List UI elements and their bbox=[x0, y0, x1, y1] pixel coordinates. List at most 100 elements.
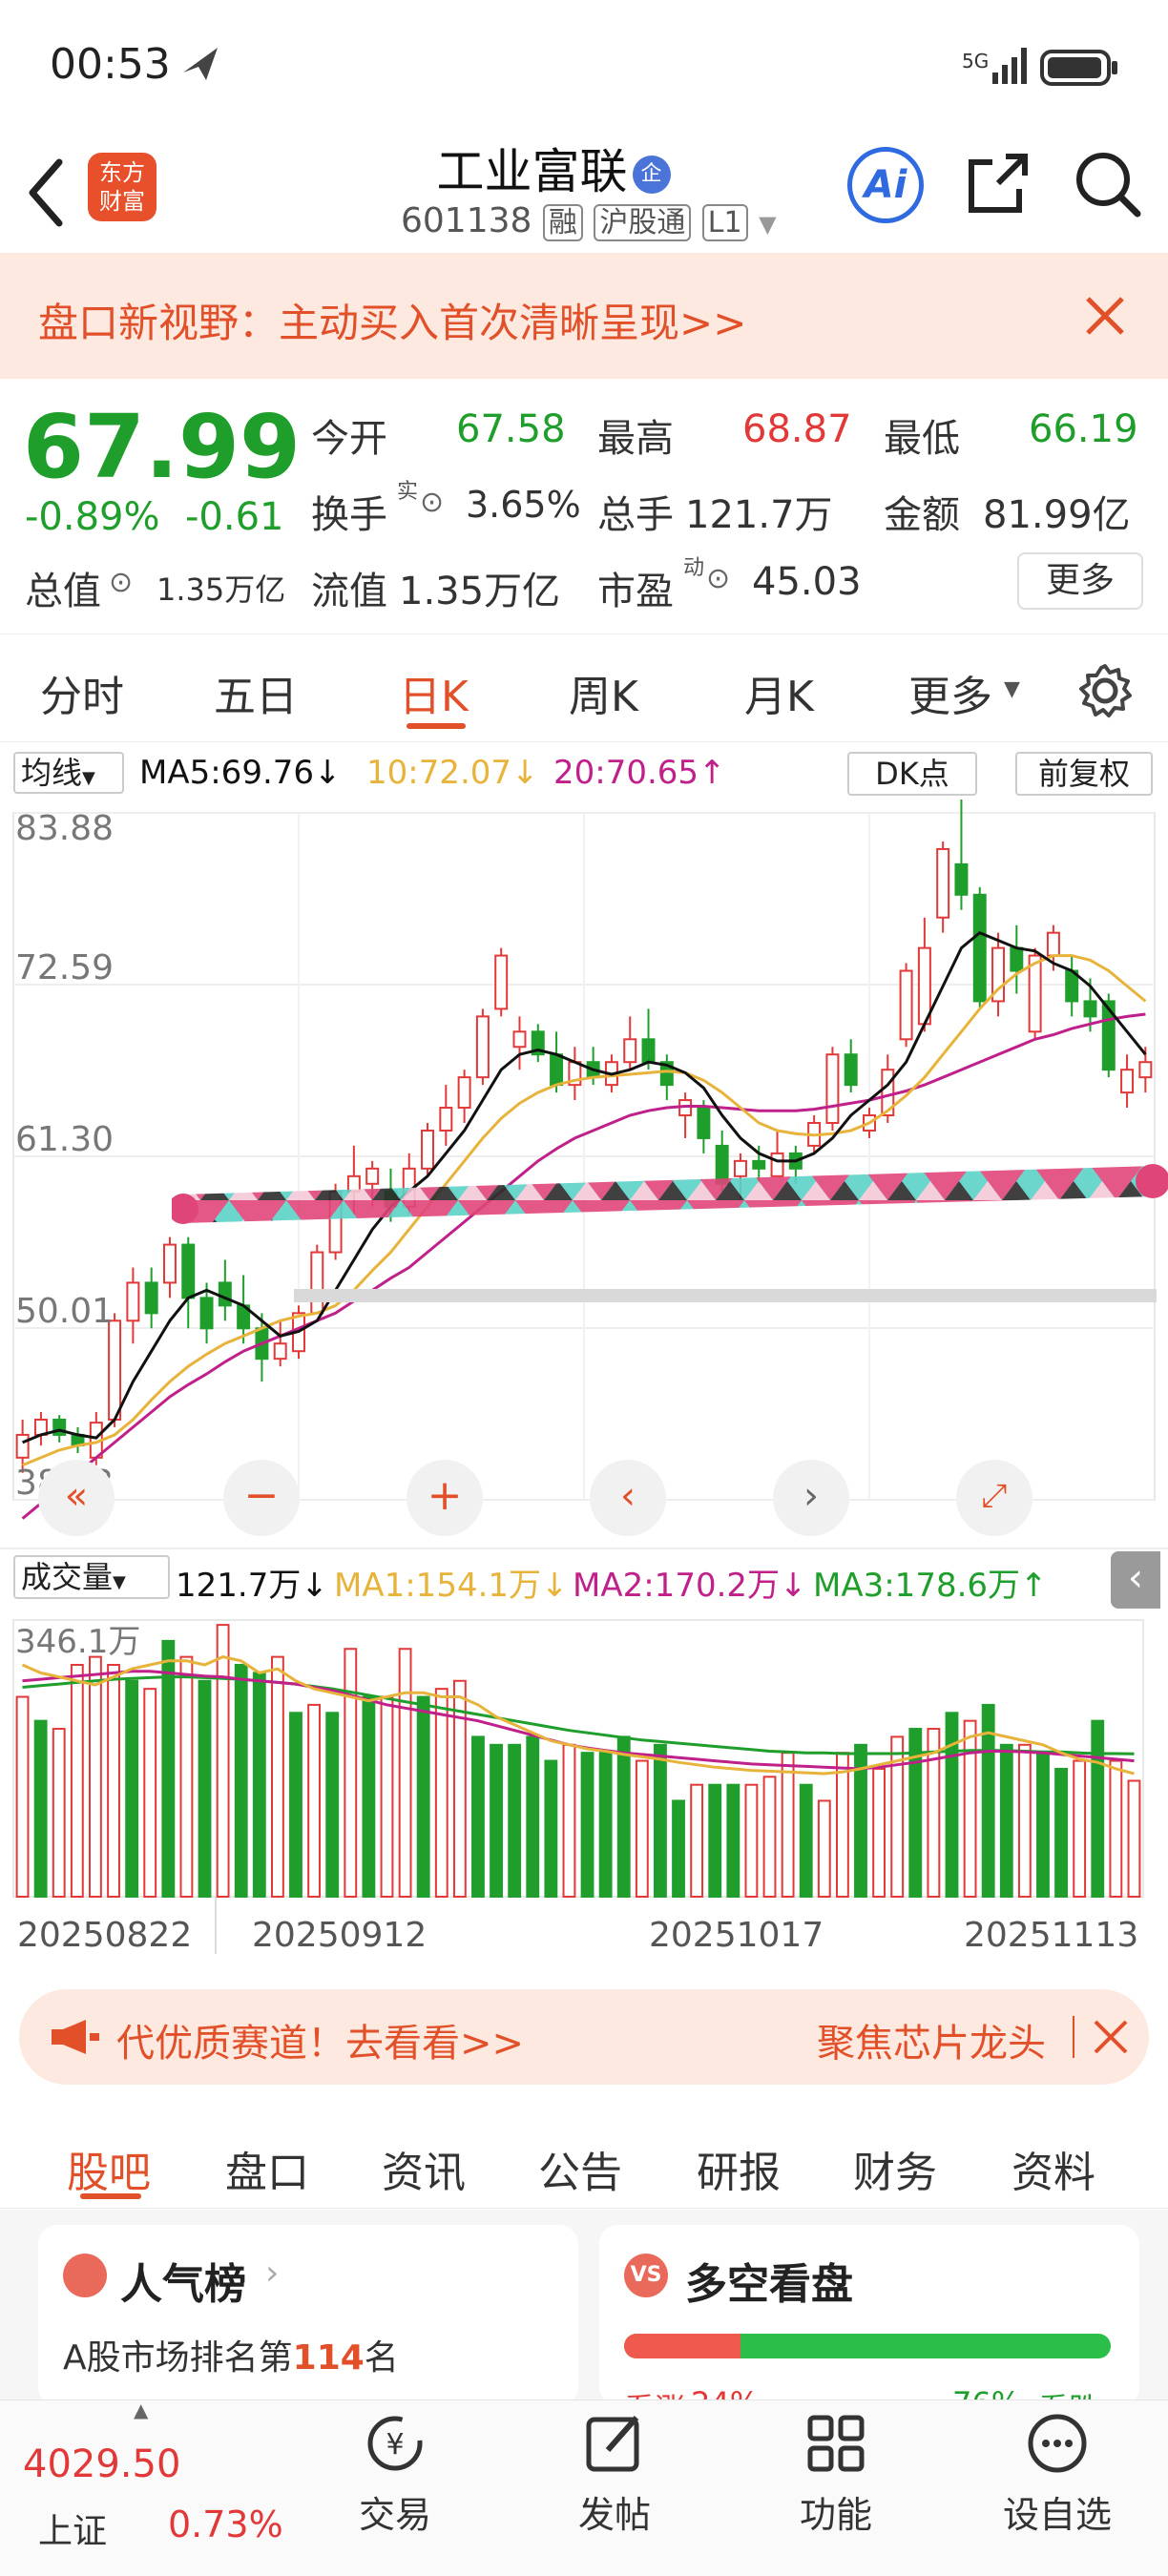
close-icon[interactable] bbox=[1084, 295, 1126, 337]
add-watchlist-button[interactable]: 设自选 bbox=[981, 2410, 1134, 2538]
volume-bar-up bbox=[143, 1688, 157, 1898]
volume-bar-down bbox=[799, 1783, 813, 1898]
amount-value: 81.99亿 bbox=[983, 493, 1131, 537]
adjust-button[interactable]: 前复权 bbox=[1015, 752, 1153, 796]
trade-button[interactable]: ¥ 交易 bbox=[319, 2410, 471, 2538]
candle-up bbox=[1046, 931, 1060, 957]
collapse-button[interactable]: ‹ bbox=[1111, 1551, 1160, 1609]
volume-max-label: 346.1万 bbox=[15, 1623, 140, 1661]
logo-line-1: 东方 bbox=[99, 159, 145, 186]
title-block[interactable]: 工业富联 企 bbox=[344, 134, 763, 202]
up-arrow-icon[interactable]: ▲ bbox=[134, 2399, 148, 2421]
volume-bar-down bbox=[945, 1712, 959, 1899]
index-value[interactable]: 4029.50 bbox=[23, 2442, 180, 2486]
vol-ma3: MA3:178.6万↑ bbox=[813, 1567, 1048, 1605]
index-change[interactable]: 0.73% bbox=[168, 2503, 283, 2545]
back-icon[interactable] bbox=[23, 155, 71, 231]
tab-monthly-k[interactable]: 月K bbox=[744, 662, 814, 723]
info-icon[interactable]: ⊙ bbox=[420, 486, 444, 519]
candle-up bbox=[273, 1342, 287, 1361]
tab-orderbook[interactable]: 盘口 bbox=[225, 2138, 309, 2199]
volume-bar-down bbox=[471, 1735, 485, 1898]
candle-down bbox=[1010, 946, 1024, 972]
dropdown-icon: ▼ bbox=[82, 768, 95, 788]
volume-bar-up bbox=[107, 1664, 120, 1898]
open-label: 今开 bbox=[311, 417, 387, 461]
chart-area[interactable]: 均线▼ MA5:69.76↓ 10:72.07↓ 20:70.65↑ DK点 前… bbox=[0, 742, 1168, 1963]
cards-section: 人气榜 › A股市场排名第114名 VS 多空看盘 看涨 24% 76% 看跌 bbox=[0, 2210, 1168, 2406]
volume-bar-down bbox=[580, 1752, 594, 1898]
tab-intraday[interactable]: 分时 bbox=[40, 662, 124, 723]
ai-button[interactable]: Ai bbox=[847, 147, 924, 223]
candle-up bbox=[1138, 1061, 1153, 1079]
edit-icon bbox=[586, 2416, 639, 2472]
candle-up bbox=[512, 1030, 527, 1049]
zoom-in-button[interactable]: + bbox=[407, 1460, 483, 1536]
tab-weekly-k[interactable]: 周K bbox=[569, 662, 638, 723]
ma-selector[interactable]: 均线▼ bbox=[13, 752, 124, 794]
turnover-sup: 实 bbox=[397, 480, 419, 504]
x-tick-label: 20251113 bbox=[964, 1916, 1138, 1955]
app-logo: 东方 财富 bbox=[88, 153, 156, 221]
close-icon[interactable] bbox=[1092, 2018, 1130, 2056]
vol-selector[interactable]: 成交量▼ bbox=[13, 1555, 170, 1599]
tab-announcements[interactable]: 公告 bbox=[538, 2138, 622, 2199]
tab-news[interactable]: 资讯 bbox=[382, 2138, 466, 2199]
sentiment-card[interactable]: VS 多空看盘 看涨 24% 76% 看跌 bbox=[599, 2225, 1139, 2406]
dropdown-icon: ▼ bbox=[113, 1572, 126, 1592]
rewind-button[interactable]: « bbox=[38, 1460, 115, 1536]
tab-more[interactable]: 更多 bbox=[908, 662, 992, 723]
signal-icon bbox=[992, 48, 1027, 84]
tab-financials[interactable]: 财务 bbox=[853, 2138, 937, 2199]
dropdown-icon: ▼ bbox=[759, 211, 777, 238]
post-button[interactable]: 发帖 bbox=[538, 2410, 691, 2538]
volume-bar-up bbox=[762, 1776, 777, 1898]
rank-prefix: A股市场排名第 bbox=[63, 2338, 293, 2378]
volume-chart[interactable]: 346.1万 20250822 20250912 20251017 20251113 bbox=[0, 1610, 1168, 1963]
tab-daily-k[interactable]: 日K bbox=[399, 662, 469, 723]
tab-forum[interactable]: 股吧 bbox=[67, 2138, 151, 2199]
promo-bar[interactable]: 盘口新视野：主动买入首次清晰呈现>> bbox=[0, 253, 1168, 379]
share-icon[interactable] bbox=[964, 149, 1032, 218]
search-icon[interactable] bbox=[1071, 147, 1143, 219]
candle-up bbox=[899, 969, 913, 1041]
candle-down bbox=[641, 1038, 656, 1064]
bottom-bar: ▲ 4029.50 上证 0.73% ¥ 交易 发帖 功能 设自选 bbox=[0, 2399, 1168, 2576]
chevron-right-icon: › bbox=[265, 2254, 280, 2293]
popularity-title: 人气榜 bbox=[120, 2260, 246, 2309]
candle-down bbox=[218, 1281, 232, 1307]
dk-button[interactable]: DK点 bbox=[847, 752, 977, 796]
stock-code-row[interactable]: 601138 融 沪股通 L1 ▼ bbox=[401, 198, 777, 241]
info-icon[interactable]: ⊙ bbox=[706, 562, 730, 595]
candle-down bbox=[844, 1053, 858, 1087]
zoom-out-button[interactable]: − bbox=[223, 1460, 300, 1536]
tab-research[interactable]: 研报 bbox=[697, 2138, 781, 2199]
prev-button[interactable]: ‹ bbox=[590, 1460, 666, 1536]
vol-ma1: MA1:154.1万↓ bbox=[334, 1567, 569, 1605]
vol-ma2: MA2:170.2万↓ bbox=[573, 1567, 807, 1605]
amount-label: 金额 bbox=[884, 493, 960, 537]
quote-panel: 67.99 -0.89% -0.61 总值 ⊙ 1.35万亿 今开 67.58 … bbox=[0, 379, 1168, 634]
next-button[interactable]: › bbox=[773, 1460, 849, 1536]
ad-banner[interactable]: 代优质赛道！去看看>> 聚焦芯片龙头 bbox=[19, 1989, 1149, 2085]
volume-bar-up bbox=[380, 1695, 394, 1899]
float-cap-value: 1.35万亿 bbox=[399, 570, 561, 613]
candle-up bbox=[475, 1015, 490, 1079]
tab-5day[interactable]: 五日 bbox=[214, 662, 298, 723]
tab-profile[interactable]: 资料 bbox=[1012, 2138, 1095, 2199]
settings-icon[interactable] bbox=[1076, 662, 1134, 719]
more-button[interactable]: 更多 bbox=[1017, 552, 1143, 610]
index-name[interactable]: 上证 bbox=[38, 2503, 107, 2553]
info-icon[interactable]: ⊙ bbox=[109, 566, 133, 599]
battery-icon bbox=[1040, 50, 1117, 86]
megaphone-icon bbox=[52, 2020, 99, 2054]
fullscreen-button[interactable]: ⤢ bbox=[956, 1460, 1032, 1536]
features-button[interactable]: 功能 bbox=[760, 2410, 912, 2538]
popularity-rank-text: A股市场排名第114名 bbox=[63, 2330, 399, 2379]
volume-bar-up bbox=[744, 1783, 759, 1898]
volume-bar-up bbox=[963, 1719, 977, 1898]
candle-down bbox=[954, 862, 969, 896]
candle-up bbox=[108, 1319, 122, 1421]
volume-bar-up bbox=[1017, 1743, 1032, 1898]
popularity-card[interactable]: 人气榜 › A股市场排名第114名 bbox=[38, 2225, 578, 2406]
